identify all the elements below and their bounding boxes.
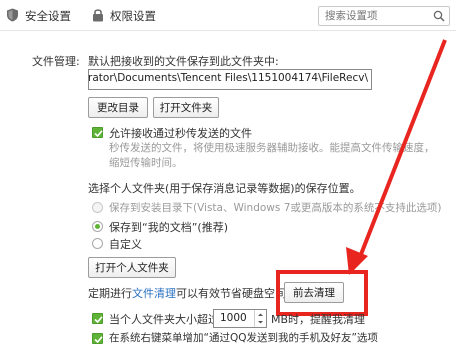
- tab-permission-settings[interactable]: 权限设置: [92, 8, 156, 24]
- radio-install-directory[interactable]: [92, 202, 103, 213]
- open-personal-folder-button[interactable]: 打开个人文件夹: [88, 257, 176, 278]
- size-limit-checkbox[interactable]: [92, 313, 103, 324]
- search-icon[interactable]: [433, 10, 445, 25]
- stepper-arrows-icon[interactable]: [254, 310, 266, 327]
- instant-transfer-hint-line2: 缩短传输时间。: [109, 157, 183, 169]
- cleanup-sentence: 定期进行文件清理可以有效节省硬盘空间。: [88, 285, 297, 301]
- radio-install-directory-label: 保存到安装目录下(Vista、Windows 7或更高版本的系统不支持此选项): [109, 202, 442, 214]
- search-input[interactable]: [325, 8, 425, 24]
- top-tab-bar: 安全设置 权限设置: [0, 0, 456, 31]
- context-menu-checkbox[interactable]: [92, 333, 103, 344]
- save-location-label: 默认把接收到的文件保存到此文件夹中:: [88, 55, 279, 68]
- size-limit-value: 1000: [220, 312, 247, 324]
- save-path-field[interactable]: ministrator\Documents\Tencent Files\1151…: [88, 69, 372, 90]
- instant-transfer-hint-line1: 秒传发送的文件，将使用极速服务器辅助接收。能提高文件传输速度，: [109, 142, 435, 154]
- tab-label: 安全设置: [25, 9, 71, 23]
- personal-folder-label: 选择个人文件夹(用于保存消息记录等数据)的保存位置。: [88, 182, 361, 195]
- radio-my-documents[interactable]: [92, 221, 103, 232]
- radio-custom[interactable]: [92, 238, 103, 249]
- annotation-highlight-box: [276, 270, 368, 316]
- change-directory-button[interactable]: 更改目录: [88, 97, 148, 118]
- allow-instant-transfer-label: 允许接收通过秒传发送的文件: [109, 127, 252, 140]
- tab-security-settings[interactable]: 安全设置: [6, 8, 71, 24]
- size-limit-prefix: 当个人文件夹大小超过: [109, 313, 219, 326]
- size-limit-suffix: MB时，提醒我清理: [271, 313, 366, 326]
- lock-icon: [92, 8, 104, 25]
- search-box: [318, 6, 450, 26]
- context-menu-label: 在系统右键菜单增加“通过QQ发送到我的手机及好友”选项: [109, 332, 378, 344]
- file-cleanup-link[interactable]: 文件清理: [132, 287, 176, 300]
- allow-instant-transfer-checkbox[interactable]: [92, 127, 103, 138]
- open-folder-button[interactable]: 打开文件夹: [153, 97, 219, 118]
- tab-label: 权限设置: [110, 9, 156, 23]
- save-path-value: ministrator\Documents\Tencent Files\1151…: [88, 72, 368, 84]
- section-label-file-management: 文件管理:: [32, 55, 80, 68]
- shield-icon: [6, 8, 19, 25]
- size-limit-stepper[interactable]: 1000: [213, 309, 267, 328]
- cleanup-prefix: 定期进行: [88, 287, 132, 300]
- radio-custom-label: 自定义: [109, 238, 142, 251]
- radio-my-documents-label: 保存到“我的文档”(推荐): [109, 221, 228, 234]
